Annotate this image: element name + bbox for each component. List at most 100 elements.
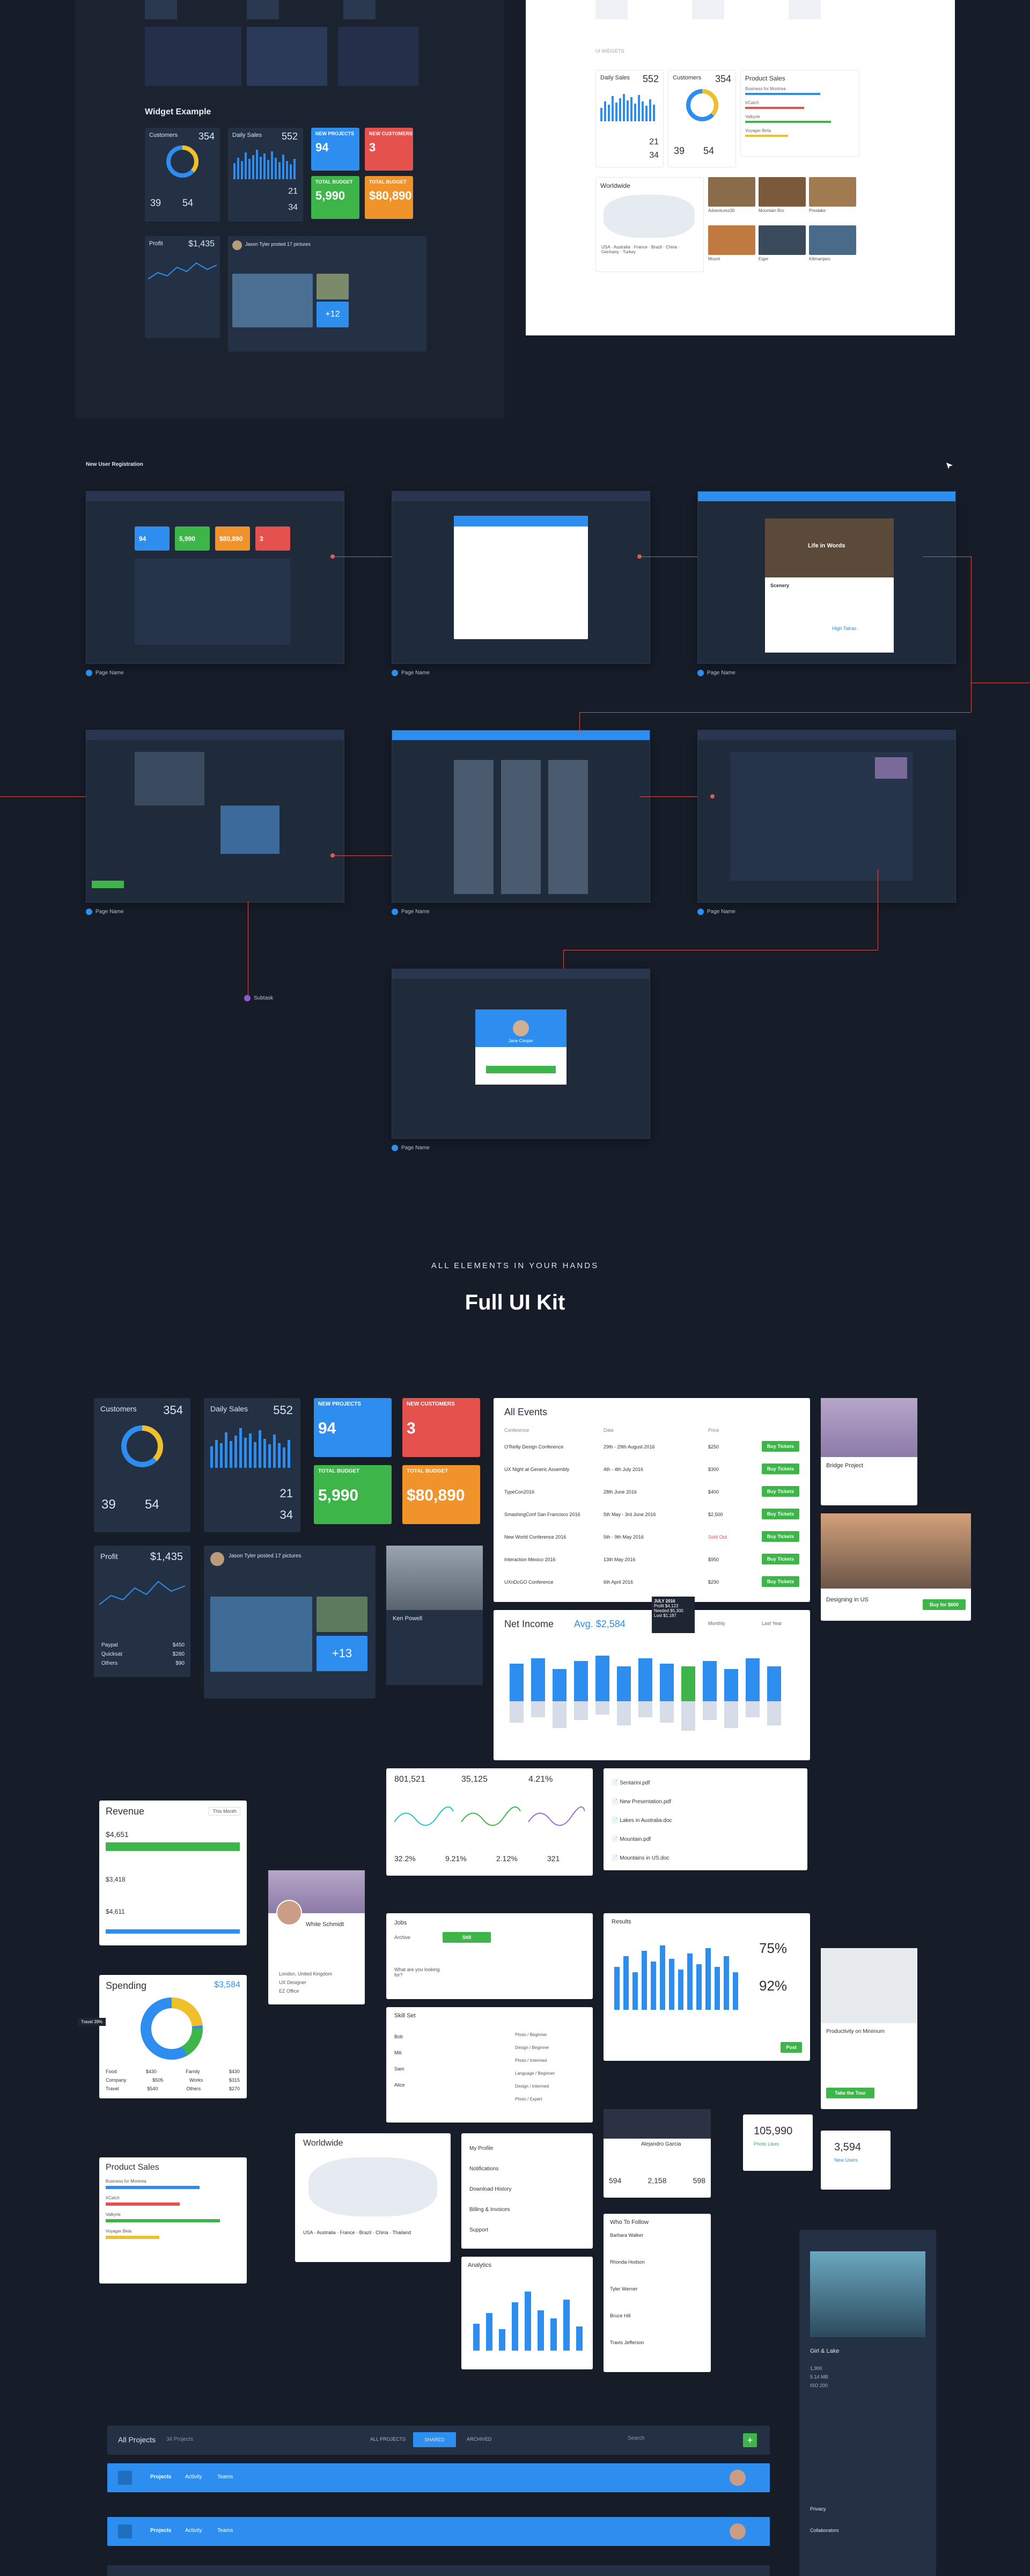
- tile-label: NEW CUSTOMERS: [407, 1401, 455, 1407]
- nav-activity[interactable]: Activity: [185, 2528, 202, 2534]
- buy-tickets-button[interactable]: Buy Tickets: [762, 1576, 799, 1587]
- period-select[interactable]: This Month: [209, 1807, 240, 1816]
- list-item[interactable]: 📄 New Presentation.pdf: [612, 1792, 799, 1811]
- kit-tile-new-customers[interactable]: NEW CUSTOMERS 3: [402, 1398, 480, 1457]
- buy-tickets-button[interactable]: Buy Tickets: [762, 1441, 799, 1452]
- buy-tickets-button[interactable]: Buy Tickets: [762, 1531, 799, 1542]
- bar-highlight[interactable]: [681, 1666, 695, 1701]
- menu-item[interactable]: Notifications: [469, 2159, 587, 2179]
- photo[interactable]: [809, 177, 856, 207]
- event-name: SmashingConf San Francisco 2016: [504, 1512, 580, 1517]
- screen-settings[interactable]: [697, 730, 956, 903]
- menu-item[interactable]: Download History: [469, 2179, 587, 2200]
- screen-gallery[interactable]: [392, 730, 650, 903]
- profile-name: White Schmidt: [306, 1921, 344, 1928]
- screen-login[interactable]: Jane Cooper: [392, 969, 650, 1139]
- profit-rows: Paypal $450 Quicksat $280 Others $90: [101, 1642, 185, 1666]
- filter-monthly[interactable]: Monthly: [708, 1621, 725, 1626]
- kit-daily-sales: Daily Sales 552 21 34: [204, 1398, 300, 1532]
- customers-widget: Customers 354 39 54: [145, 128, 220, 222]
- tile-new-customers[interactable]: NEW CUSTOMERS 3: [365, 128, 413, 171]
- nav-teams[interactable]: Teams: [217, 2474, 233, 2480]
- search-input[interactable]: Search: [628, 2435, 645, 2441]
- menu-item[interactable]: My Profile: [469, 2139, 587, 2159]
- login-name: Jane Cooper: [509, 1038, 533, 1043]
- thumbnail-strip: [595, 0, 628, 19]
- green-button[interactable]: [92, 881, 124, 888]
- screen-editor[interactable]: Life in Words Scenery High Tatras: [697, 491, 956, 664]
- results-pct: 92%: [759, 1978, 788, 1994]
- legend-item: France: [634, 245, 648, 250]
- avatar[interactable]: [730, 2470, 746, 2486]
- flow-connector: [563, 950, 564, 969]
- list-item[interactable]: 📄 Mountains in US.doc: [612, 1849, 799, 1868]
- revenue-bar: [106, 1842, 240, 1851]
- world-map: [308, 2157, 437, 2216]
- more-photos-badge[interactable]: +12: [317, 302, 349, 327]
- add-project-button[interactable]: +: [743, 2433, 757, 2447]
- spending-total: $3,584: [214, 1980, 240, 1989]
- table-row: UX Night at Generic Assembly 4th - 4th J…: [504, 1463, 799, 1485]
- event-name: Interaction Mexico 2016: [504, 1557, 556, 1562]
- buy-tickets-button[interactable]: Buy Tickets: [762, 1463, 799, 1474]
- tile-value: 5,990: [179, 535, 196, 543]
- list-item[interactable]: 📄 Sentarini.pdf: [612, 1774, 799, 1792]
- filter-all[interactable]: ALL PROJECTS: [370, 2436, 406, 2442]
- screen-feed[interactable]: [86, 730, 344, 903]
- tile-total-budget-2[interactable]: TOTAL BUDGET $80,890: [365, 176, 413, 219]
- tile-value: 94: [318, 1419, 336, 1437]
- kit-stats: 801,521 35,125 4.21% 32.2% 9.21% 2.12% 3…: [386, 1768, 593, 1876]
- hero-cta[interactable]: High Tatras: [832, 626, 856, 631]
- bridge-photo: [821, 1398, 917, 1457]
- nav-projects[interactable]: Projects: [150, 2474, 171, 2480]
- events-title: All Events: [504, 1407, 548, 1417]
- b: 34: [649, 151, 659, 160]
- list-item[interactable]: 📄 Lakes in Australia.doc: [612, 1811, 799, 1830]
- filter-archived[interactable]: ARCHIVED: [467, 2436, 492, 2442]
- panel-header: [454, 516, 588, 526]
- avatar[interactable]: [730, 2523, 746, 2540]
- avatar: [276, 1900, 302, 1926]
- jobs-tab[interactable]: Archive: [394, 1935, 410, 1940]
- kit-tile-total-budget-2[interactable]: TOTAL BUDGET $80,890: [402, 1465, 480, 1524]
- bridge-title: Bridge Project: [826, 1462, 864, 1469]
- nav-teams[interactable]: Teams: [217, 2528, 233, 2534]
- photo[interactable]: [809, 225, 856, 255]
- more-photos-badge[interactable]: +13: [317, 1636, 367, 1671]
- buy-tickets-button[interactable]: Buy Tickets: [762, 1509, 799, 1519]
- nav-activity[interactable]: Activity: [185, 2474, 202, 2480]
- list-item: Barbara Walker: [610, 2233, 644, 2238]
- nav-projects[interactable]: Projects: [150, 2528, 171, 2534]
- event-price: $2,500: [708, 1512, 723, 1517]
- photo[interactable]: [759, 225, 806, 255]
- section-label: UI WIDGETS: [595, 48, 624, 54]
- list-item[interactable]: 📄 Mountain.pdf: [612, 1830, 799, 1849]
- event-name: TypeCon2016: [504, 1489, 535, 1495]
- screen-messages[interactable]: [392, 491, 650, 664]
- post-button[interactable]: Post: [781, 2042, 802, 2053]
- photo[interactable]: [759, 177, 806, 207]
- tile-total-budget[interactable]: TOTAL BUDGET 5,990: [311, 176, 359, 219]
- kit-tile-new-projects[interactable]: NEW PROJECTS 94: [314, 1398, 392, 1457]
- buy-tickets-button[interactable]: Buy Tickets: [762, 1486, 799, 1497]
- buy-tickets-button[interactable]: Buy Tickets: [762, 1554, 799, 1564]
- kit-tile-total-budget[interactable]: TOTAL BUDGET 5,990: [314, 1465, 392, 1524]
- tile-new-projects[interactable]: NEW PROJECTS 94: [311, 128, 359, 171]
- filter-shared[interactable]: SHARED: [413, 2432, 456, 2447]
- photo[interactable]: [708, 177, 755, 207]
- screen-dashboard[interactable]: 94 5,990 $80,890 3: [86, 491, 344, 664]
- tile: 94: [135, 526, 170, 551]
- jobs-tab-active[interactable]: Still: [443, 1932, 491, 1943]
- kit-profile: White Schmidt London, United Kingdom UX …: [268, 1870, 365, 2004]
- jobs-question: What are you looking for?: [394, 1967, 440, 1978]
- customers-label: Customers: [149, 132, 178, 138]
- file-list: 📄 Sentarini.pdf 📄 New Presentation.pdf 📄…: [612, 1774, 799, 1868]
- login-button[interactable]: [486, 1066, 556, 1073]
- menu-item[interactable]: Support: [469, 2220, 587, 2241]
- buy-button[interactable]: Buy for $600: [923, 1599, 966, 1610]
- a: 39: [674, 145, 685, 156]
- take-tour-button[interactable]: Take the Tour: [826, 2088, 874, 2098]
- photo[interactable]: [708, 225, 755, 255]
- filter-last-year[interactable]: Last Year: [762, 1621, 782, 1626]
- menu-item[interactable]: Billing & Invoices: [469, 2200, 587, 2220]
